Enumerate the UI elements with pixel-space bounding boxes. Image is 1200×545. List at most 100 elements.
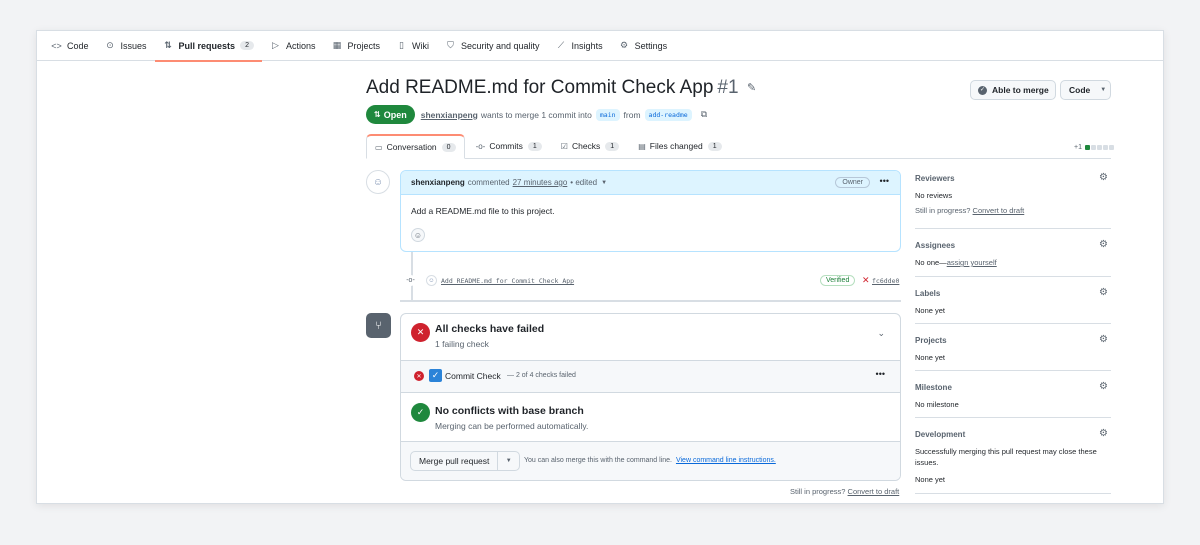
comment-author[interactable]: shenxianpeng — [411, 178, 465, 187]
chevron-down-icon[interactable]: ▼ — [498, 458, 519, 464]
command-line-link[interactable]: View command line instructions. — [676, 457, 776, 464]
checks-summary[interactable]: ✕ All checks have failed 1 failing check… — [401, 314, 900, 361]
tab-label: Commits — [489, 141, 523, 151]
gear-icon[interactable]: ⚙ — [1099, 428, 1108, 439]
pr-title-text: Add README.md for Commit Check App — [366, 77, 714, 98]
avatar[interactable]: ☺ — [426, 275, 437, 286]
comment-time[interactable]: 27 minutes ago — [513, 178, 568, 187]
convert-to-draft-link[interactable]: Convert to draft — [848, 487, 900, 496]
sidebar-heading[interactable]: Milestone — [915, 379, 1111, 392]
commit-icon: -o- — [405, 275, 416, 286]
gear-icon[interactable]: ⚙ — [1099, 239, 1108, 250]
diffstat-block — [1090, 145, 1096, 150]
kebab-icon[interactable]: ••• — [876, 369, 885, 379]
base-branch[interactable]: main — [595, 108, 620, 121]
sidebar-value: No reviews — [915, 191, 953, 200]
comment-edited[interactable]: • edited — [570, 178, 597, 187]
copy-icon[interactable]: ⧉ — [701, 109, 707, 120]
nav-actions[interactable]: ▷ Actions — [262, 31, 324, 61]
gear-icon[interactable]: ⚙ — [1099, 334, 1108, 345]
pr-tabs: ▭ Conversation 0 -o- Commits 1 ☑ Checks 1 ▤ Fil… — [366, 134, 1111, 159]
tab-checks[interactable]: ☑ Checks 1 — [553, 134, 627, 158]
code-button[interactable]: Code ▼ — [1060, 80, 1111, 100]
sidebar-value: None yet — [915, 353, 946, 362]
nav-issues[interactable]: ⊙ Issues — [97, 31, 155, 61]
assign-yourself-link[interactable]: assign yourself — [947, 258, 997, 267]
nav-security[interactable]: ⛉ Security and quality — [437, 31, 548, 61]
gear-icon[interactable]: ⚙ — [1099, 172, 1108, 183]
sidebar-heading[interactable]: Assignees — [915, 237, 1111, 250]
commit-icon: -o- — [475, 141, 486, 151]
diffstat-block — [1096, 145, 1102, 150]
gear-icon[interactable]: ⚙ — [1099, 381, 1108, 392]
check-circle-icon: ✓ — [411, 403, 430, 422]
pr-meta-row: ⇅ Open shenxianpeng wants to merge 1 comm… — [366, 105, 707, 124]
pencil-icon[interactable]: ✎ — [747, 81, 756, 94]
merge-button-label: Merge pull request — [411, 452, 499, 470]
kebab-icon[interactable]: ••• — [880, 176, 889, 186]
check-summary: — 2 of 4 checks failed — [507, 372, 576, 379]
convert-to-draft-link[interactable]: Convert to draft — [973, 206, 1025, 215]
nav-label: Wiki — [412, 40, 429, 51]
conflicts-status: ✓ No conflicts with base branch Merging … — [401, 393, 900, 442]
author-link[interactable]: shenxianpeng — [421, 110, 478, 120]
smiley-icon[interactable]: ☺ — [411, 228, 425, 242]
comment-action: commented — [467, 178, 510, 187]
shield-icon: ⛉ — [447, 40, 454, 50]
nav-label: Settings — [634, 40, 668, 51]
tab-commits[interactable]: -o- Commits 1 — [468, 134, 550, 158]
timeline-divider — [400, 300, 901, 302]
sidebar-development: Development ⚙ Successfully merging this … — [915, 418, 1111, 494]
gear-icon: ⚙ — [620, 40, 629, 50]
nav-code[interactable]: <> Code — [43, 31, 97, 61]
sidebar-note: Still in progress? Convert to draft — [915, 206, 1111, 215]
tab-counter: 0 — [441, 142, 456, 152]
tab-label: Checks — [571, 141, 601, 151]
conflicts-subtitle: Merging can be performed automatically. — [435, 421, 589, 431]
tab-counter: 1 — [527, 141, 542, 151]
able-to-merge-button[interactable]: ✓ Able to merge — [970, 80, 1056, 100]
sidebar-value: No milestone — [915, 400, 959, 409]
sidebar-heading[interactable]: Projects — [915, 332, 1111, 345]
able-to-merge-label: Able to merge — [992, 85, 1049, 95]
assignees-none: No one— — [915, 258, 947, 267]
nav-settings[interactable]: ⚙ Settings — [611, 31, 676, 61]
tab-files-changed[interactable]: ▤ Files changed 1 — [630, 134, 729, 158]
sidebar-heading[interactable]: Reviewers — [915, 170, 1111, 183]
nav-label: Issues — [120, 40, 147, 51]
nav-wiki[interactable]: ▯ Wiki — [388, 31, 437, 61]
gear-icon[interactable]: ⚙ — [1099, 287, 1108, 298]
nav-projects[interactable]: ▦ Projects — [323, 31, 388, 61]
head-branch[interactable]: add-readme — [644, 108, 692, 121]
commit-message[interactable]: Add README.md for Commit Check App — [441, 277, 574, 285]
nav-insights[interactable]: ⟋ Insights — [548, 31, 611, 61]
pr-counter: 2 — [240, 41, 254, 50]
still-in-progress: Still in progress? Convert to draft — [790, 487, 899, 496]
diffstat-text: +1 — [1074, 144, 1082, 151]
sidebar-note-text: Still in progress? — [915, 206, 971, 215]
nav-pull-requests[interactable]: ⇅ Pull requests 2 — [154, 31, 263, 62]
status-badge: ⇅ Open — [366, 105, 415, 124]
sidebar-reviewers: Reviewers ⚙ No reviews Still in progress… — [915, 170, 1111, 229]
sidebar-heading[interactable]: Labels — [915, 285, 1111, 298]
x-circle-icon: ✕ — [414, 371, 424, 381]
tab-conversation[interactable]: ▭ Conversation 0 — [366, 134, 465, 159]
tab-counter: 1 — [605, 141, 620, 151]
sidebar-value: None yet — [915, 475, 946, 484]
sidebar-value: Successfully merging this pull request m… — [915, 447, 1097, 467]
diffstat: +1 — [1074, 144, 1114, 151]
verified-badge[interactable]: Verified — [820, 275, 856, 286]
checkbox-app-icon: ✓ — [429, 369, 442, 382]
chevron-down-icon[interactable]: ⌄ — [877, 328, 885, 339]
sidebar-heading[interactable]: Development — [915, 426, 1111, 439]
commit-sha[interactable]: fc6dde0 — [872, 277, 899, 285]
avatar[interactable]: ☺ — [366, 170, 390, 194]
diffstat-block — [1084, 145, 1090, 150]
chevron-down-icon[interactable]: ▼ — [601, 180, 607, 186]
merge-note-text: You can also merge this with the command… — [524, 457, 672, 464]
x-icon[interactable]: ✕ — [862, 275, 870, 286]
check-row: ✕ ✓ Commit Check — 2 of 4 checks failed … — [401, 361, 900, 393]
check-name[interactable]: Commit Check — [445, 371, 501, 381]
merge-pull-request-button[interactable]: Merge pull request ▼ — [410, 451, 520, 471]
diffstat-block — [1108, 145, 1114, 150]
